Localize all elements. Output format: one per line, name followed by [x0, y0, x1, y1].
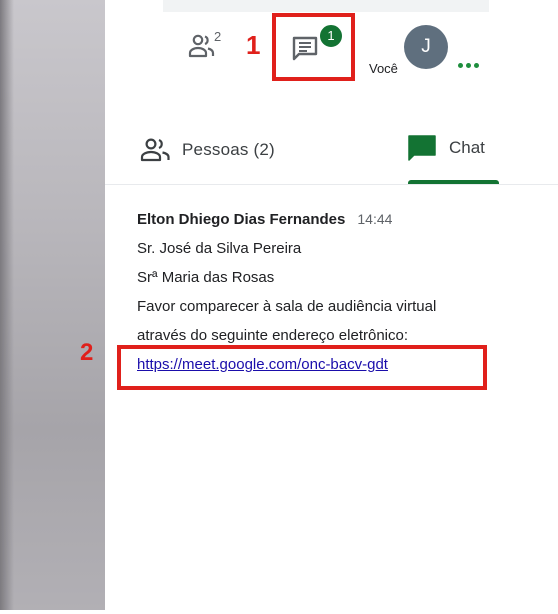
- tab-people-label: Pessoas (2): [182, 140, 275, 159]
- annotation-marker-1: 1: [246, 30, 261, 60]
- participants-count: 2: [214, 29, 222, 44]
- message-line: Sr. José da Silva Pereira: [137, 240, 302, 257]
- tab-chat-label: Chat: [449, 138, 485, 157]
- tab-chat[interactable]: Chat: [407, 133, 485, 163]
- people-icon: [188, 34, 215, 58]
- meet-side-panel-screenshot: 2 1 1 J Você Pessoas (2) Chat Elton Dhie…: [0, 0, 558, 614]
- participants-button[interactable]: 2: [188, 29, 228, 62]
- more-dots-icon: [458, 63, 463, 68]
- chat-button[interactable]: [291, 34, 319, 62]
- tab-people[interactable]: Pessoas (2): [140, 135, 275, 165]
- more-options-button[interactable]: [458, 63, 484, 69]
- strip-shade: [0, 0, 14, 614]
- avatar[interactable]: J: [404, 25, 448, 69]
- annotation-marker-2: 2: [80, 339, 94, 366]
- chat-bubble-icon: [292, 36, 318, 61]
- header-top-strip: [163, 0, 489, 12]
- more-dot: [474, 63, 479, 68]
- user-label: Você: [369, 61, 398, 76]
- people-icon: [140, 138, 170, 162]
- message-line: Favor comparecer à sala de audiência vir…: [137, 298, 437, 315]
- link-highlight: [117, 345, 487, 390]
- tabs-divider: [105, 184, 558, 185]
- message-time: 14:44: [357, 211, 393, 227]
- message-sender: Elton Dhiego Dias Fernandes: [137, 211, 346, 228]
- video-background-strip: [0, 0, 105, 614]
- unread-badge: 1: [318, 23, 344, 49]
- message-line: Srª Maria das Rosas: [137, 269, 275, 286]
- chat-filled-icon: [408, 135, 436, 161]
- more-dot: [466, 63, 471, 68]
- strip-bottom-gap: [0, 610, 105, 614]
- message-header: Elton Dhiego Dias Fernandes 14:44: [137, 205, 537, 234]
